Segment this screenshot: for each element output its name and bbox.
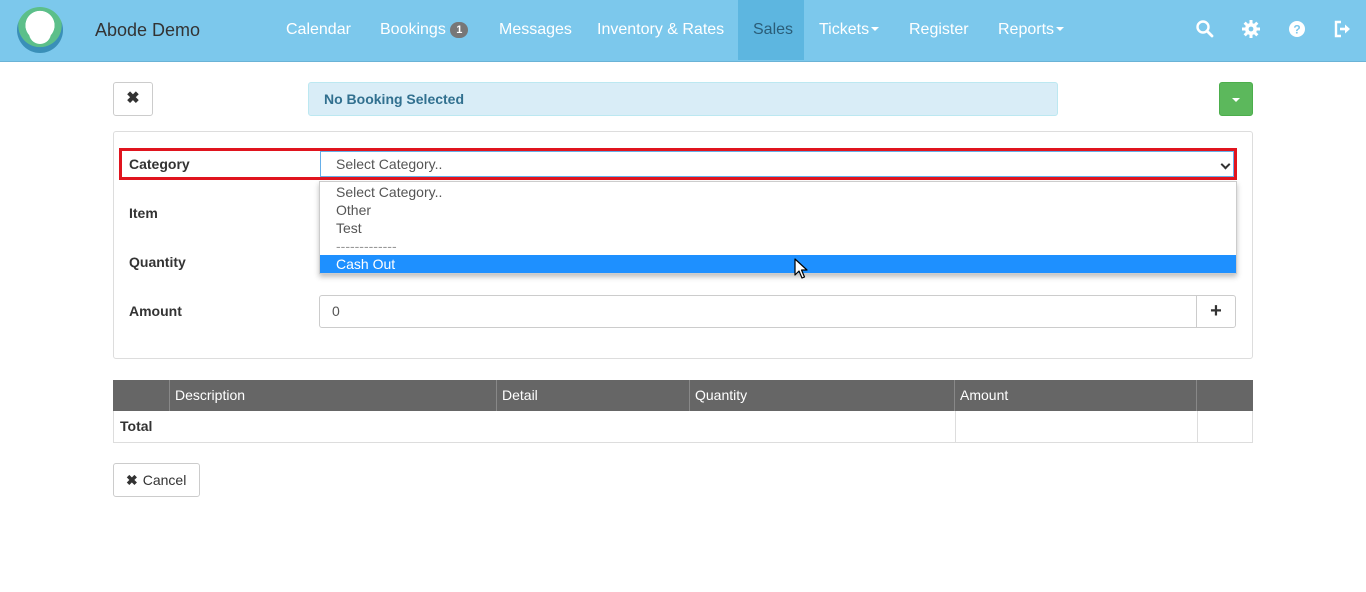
table-header-cell	[113, 380, 169, 411]
nav-bookings[interactable]: Bookings 1	[365, 0, 483, 60]
bookings-count-badge: 1	[450, 22, 469, 38]
table-header-description: Description	[169, 380, 496, 411]
table-header-quantity: Quantity	[689, 380, 954, 411]
nav-reports[interactable]: Reports	[983, 0, 1079, 60]
help-icon[interactable]: ?	[1287, 19, 1307, 39]
dropdown-option-selected[interactable]: Cash Out	[320, 255, 1236, 273]
dropdown-option[interactable]: Test	[320, 219, 1236, 237]
table-divider	[1197, 411, 1198, 442]
nav-sales[interactable]: Sales	[738, 0, 804, 60]
nav-tickets[interactable]: Tickets	[804, 0, 894, 60]
cancel-button[interactable]: ✖ Cancel	[113, 463, 200, 497]
close-button[interactable]: ✖	[113, 82, 153, 116]
category-select[interactable]: Select Category..	[320, 151, 1234, 177]
amount-label: Amount	[129, 303, 182, 319]
search-icon[interactable]	[1195, 19, 1215, 39]
brand-name[interactable]: Abode Demo	[95, 20, 200, 41]
dropdown-option[interactable]: Other	[320, 201, 1236, 219]
caret-down-icon	[1232, 98, 1240, 102]
actions-dropdown-button[interactable]	[1219, 82, 1253, 116]
logout-icon[interactable]	[1333, 19, 1353, 39]
nav-messages[interactable]: Messages	[484, 0, 587, 60]
booking-status-alert: No Booking Selected	[308, 82, 1058, 116]
total-label: Total	[120, 418, 153, 434]
gear-icon[interactable]	[1241, 19, 1261, 39]
svg-text:?: ?	[1293, 23, 1300, 37]
nav-reports-label: Reports	[998, 21, 1055, 38]
category-dropdown-list: Select Category.. Other Test -----------…	[319, 181, 1237, 274]
close-icon: ✖	[126, 472, 138, 488]
nav-tickets-label: Tickets	[819, 21, 870, 38]
cancel-label: Cancel	[142, 472, 187, 488]
dropdown-separator: -------------	[336, 238, 397, 254]
nav-register[interactable]: Register	[894, 0, 984, 60]
mouse-cursor-icon	[794, 258, 808, 279]
nav-inventory-rates[interactable]: Inventory & Rates	[582, 0, 739, 60]
item-label: Item	[129, 205, 158, 221]
add-item-button[interactable]: +	[1196, 295, 1236, 328]
table-divider	[955, 411, 956, 442]
category-select-value: Select Category..	[336, 156, 443, 172]
table-header-amount: Amount	[954, 380, 1196, 411]
table-header-cell	[1196, 380, 1253, 411]
table-header-detail: Detail	[496, 380, 689, 411]
top-navbar: Abode Demo Calendar Bookings 1 Messages …	[0, 0, 1366, 62]
caret-down-icon	[871, 27, 880, 31]
nav-calendar[interactable]: Calendar	[271, 0, 366, 60]
caret-down-icon	[1056, 27, 1065, 31]
nav-bookings-label: Bookings	[380, 21, 446, 38]
items-table-header: Description Detail Quantity Amount	[113, 380, 1253, 411]
logo[interactable]	[17, 7, 63, 53]
dropdown-option[interactable]: Select Category..	[320, 183, 1236, 201]
quantity-label: Quantity	[129, 254, 186, 270]
amount-input[interactable]: 0	[319, 295, 1197, 328]
table-row-total: Total	[113, 411, 1253, 443]
category-label: Category	[129, 156, 190, 172]
chevron-down-icon	[1220, 159, 1231, 170]
